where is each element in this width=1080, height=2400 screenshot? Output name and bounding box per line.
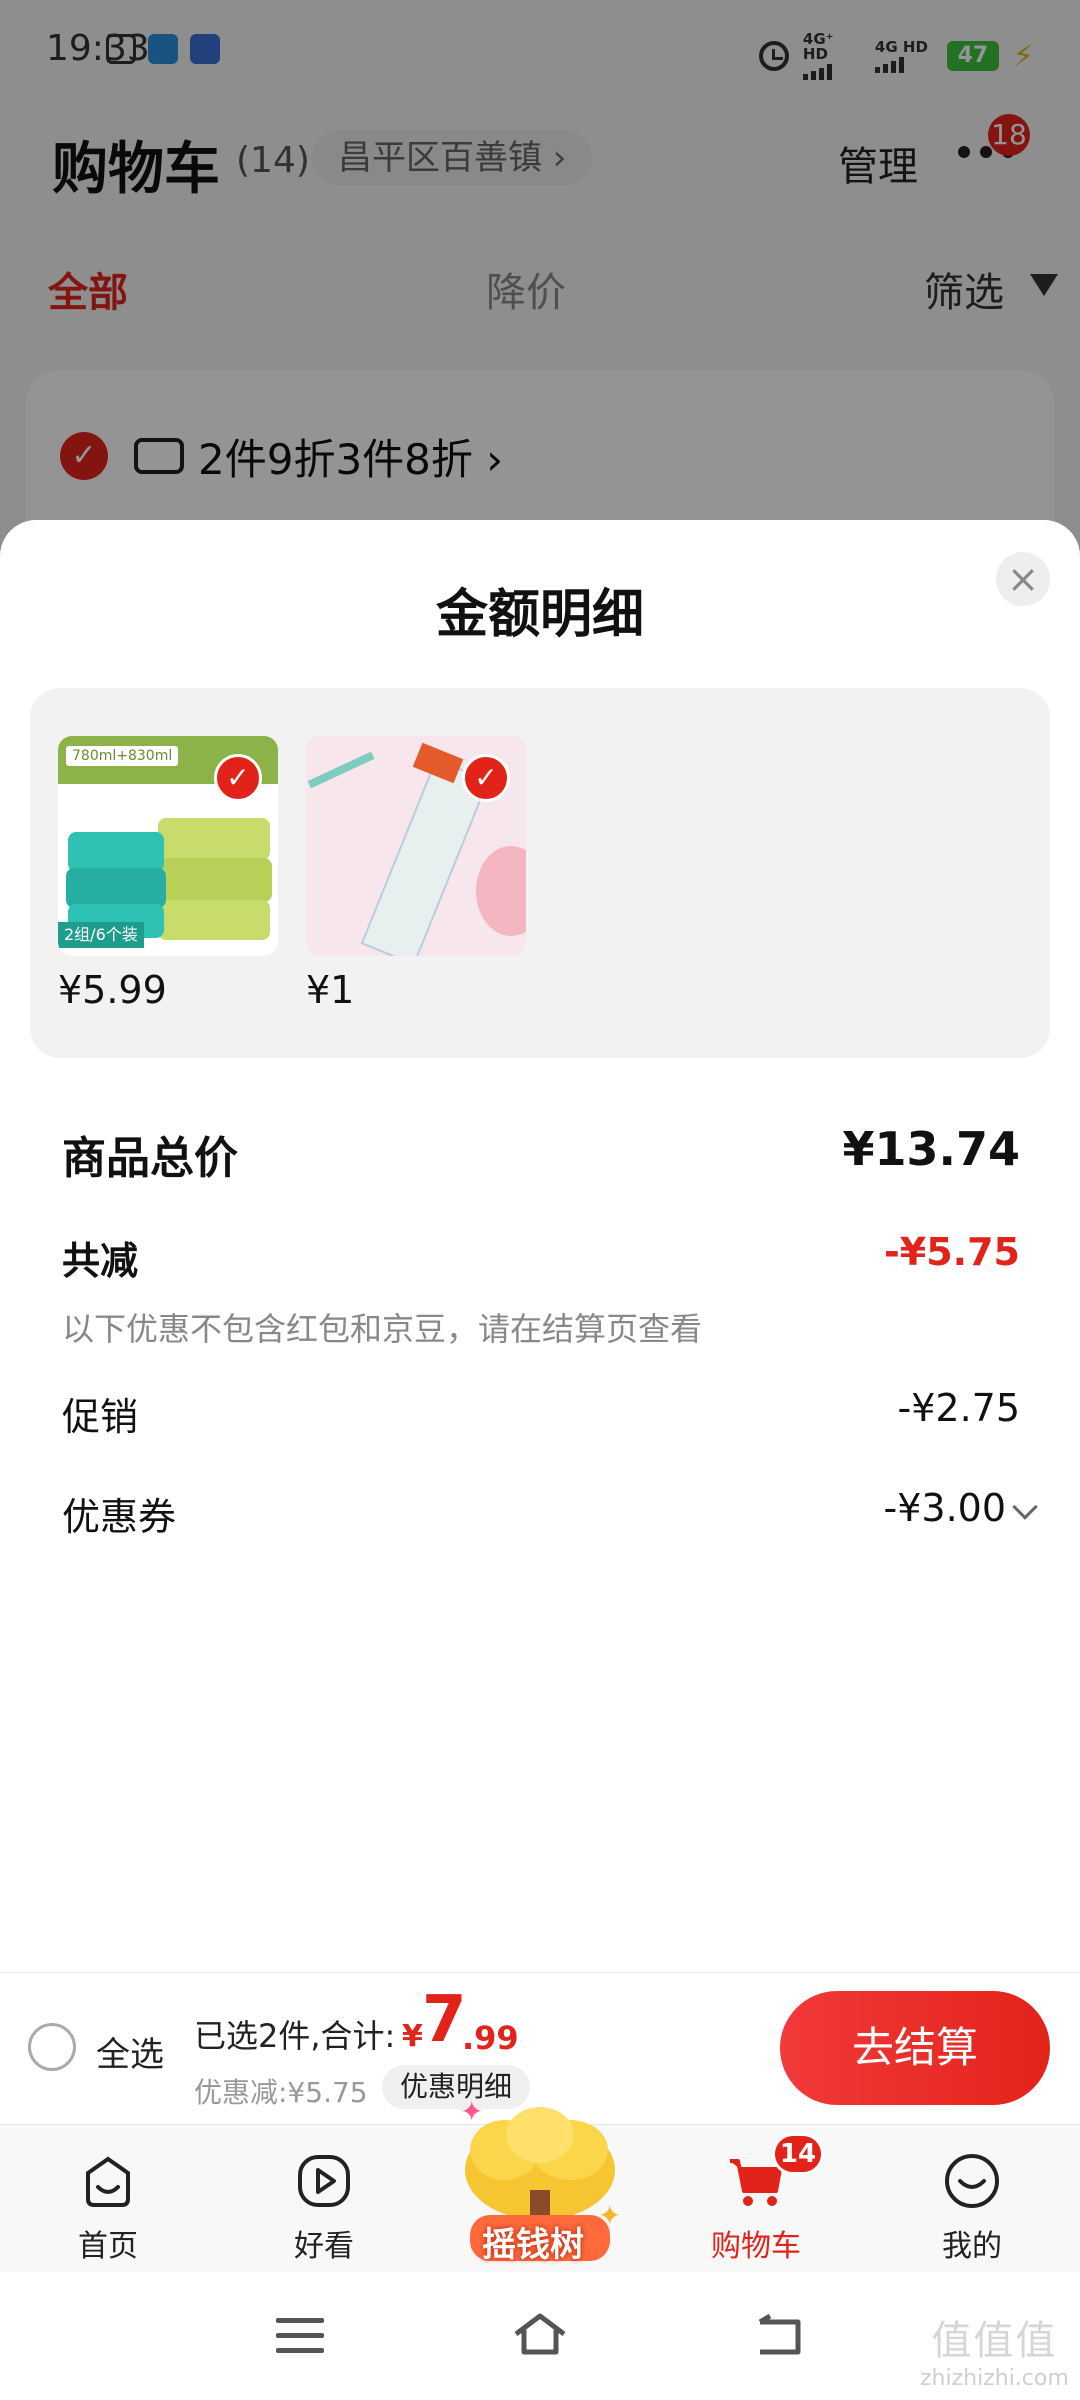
coupon-value: -¥3.00: [883, 1486, 1007, 1530]
bottom-tab-bar: 首页 好看 ✦ ✦ 摇钱树 14 购物车 我的: [0, 2095, 1080, 2273]
tab-home-label: 首页: [78, 2229, 138, 2264]
menu-icon[interactable]: [276, 2318, 324, 2354]
total-price-label: 商品总价: [62, 1133, 238, 1184]
tab-cart[interactable]: 14 购物车: [666, 2125, 846, 2273]
chevron-down-icon[interactable]: [1012, 1494, 1038, 1520]
back-icon[interactable]: [752, 2312, 808, 2360]
coupon-row[interactable]: 优惠券 -¥3.00: [62, 1486, 1038, 1539]
discount-amount: 优惠减:¥5.75: [194, 2076, 368, 2109]
cart-badge: 14: [772, 2133, 824, 2175]
total-price-row: 商品总价 ¥13.74: [62, 1122, 1020, 1184]
total-amount-decimal: .99: [462, 2019, 519, 2057]
product-image-tag: 2组/6个装: [58, 922, 144, 948]
select-all-radio[interactable]: [28, 2023, 76, 2071]
tab-money-tree-label: 摇钱树: [482, 2225, 584, 2265]
item-checked-icon: ✓: [214, 754, 262, 802]
tab-me-label: 我的: [942, 2229, 1002, 2264]
tab-watch-label: 好看: [294, 2229, 354, 2264]
tab-home[interactable]: 首页: [18, 2125, 198, 2273]
coupon-label: 优惠券: [62, 1495, 177, 1539]
item-checked-icon: ✓: [462, 754, 510, 802]
watermark-url: zhizhizhi.com: [920, 2366, 1069, 2391]
item-price: ¥5.99: [58, 968, 167, 1012]
checkout-button[interactable]: 去结算: [780, 1991, 1050, 2105]
discount-note: 以下优惠不包含红包和京豆，请在结算页查看: [62, 1310, 703, 1348]
total-reduction-value: -¥5.75: [884, 1230, 1020, 1274]
watermark-logo: 值值值: [931, 2318, 1058, 2364]
item-price: ¥1: [306, 968, 355, 1012]
tab-watch[interactable]: 好看: [234, 2125, 414, 2273]
select-all-label[interactable]: 全选: [96, 2027, 164, 2076]
ruler-image: ✓: [306, 736, 526, 956]
tab-cart-label: 购物车: [711, 2229, 801, 2264]
total-amount-integer: 7: [422, 1983, 467, 2057]
system-nav-bar: 值值值 zhizhizhi.com: [0, 2272, 1080, 2400]
sparkle-icon: ✦: [598, 2199, 622, 2232]
selected-item[interactable]: 780ml+830ml 2组/6个装 ✓ ¥5.99: [58, 736, 278, 1012]
total-reduction-label: 共减: [62, 1239, 139, 1283]
sparkle-icon: ✦: [460, 2095, 484, 2128]
selected-items-panel: 780ml+830ml 2组/6个装 ✓ ¥5.99 ✓ ¥1: [30, 688, 1050, 1058]
selected-summary: 已选2件,合计:: [194, 2017, 396, 2055]
profile-icon: [945, 2154, 999, 2208]
promotion-value: -¥2.75: [897, 1386, 1021, 1430]
selected-item[interactable]: ✓ ¥1: [306, 736, 526, 1012]
food-container-image: 780ml+830ml 2组/6个装 ✓: [58, 736, 278, 956]
currency-symbol: ¥: [402, 2019, 423, 2054]
promotion-label: 促销: [62, 1395, 139, 1439]
home-nav-icon[interactable]: [512, 2310, 568, 2358]
home-icon: [86, 2156, 130, 2207]
total-reduction-row: 共减 -¥5.75: [62, 1230, 1020, 1283]
promotion-row: 促销 -¥2.75: [62, 1386, 1021, 1439]
tab-me[interactable]: 我的: [882, 2125, 1062, 2273]
play-icon: [298, 2155, 350, 2207]
sheet-title: 金额明细: [435, 585, 644, 645]
amount-detail-sheet: 金额明细 × 780ml+830ml 2组/6个装 ✓ ¥5.99 ✓ ¥1 商…: [0, 520, 1080, 1972]
close-icon[interactable]: ×: [996, 552, 1050, 606]
watermark: 值值值 zhizhizhi.com: [920, 2308, 1069, 2391]
total-price-value: ¥13.74: [842, 1122, 1020, 1176]
product-image-label: 780ml+830ml: [66, 746, 179, 766]
